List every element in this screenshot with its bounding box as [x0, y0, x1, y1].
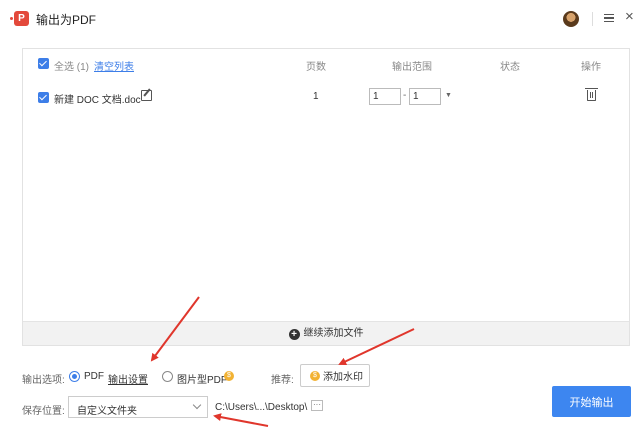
- table-row: 新建 DOC 文档.doc 1 - ▼: [23, 85, 629, 109]
- output-settings-link[interactable]: 输出设置: [108, 371, 148, 386]
- file-list-panel: 全选 (1) 清空列表 页数 输出范围 状态 操作 新建 DOC 文档.doc …: [22, 48, 630, 346]
- range-dash: -: [403, 90, 407, 101]
- output-options-label: 输出选项:: [22, 375, 65, 386]
- file-name: 新建 DOC 文档.doc: [54, 95, 141, 106]
- range-dropdown-icon[interactable]: ▼: [445, 92, 452, 99]
- trash-icon[interactable]: [585, 88, 598, 101]
- close-icon[interactable]: ×: [625, 9, 637, 25]
- start-output-button[interactable]: 开始输出: [552, 386, 631, 417]
- coin-icon: $: [224, 371, 234, 381]
- header-status: 状态: [500, 62, 520, 73]
- add-watermark-button[interactable]: $ 添加水印: [300, 364, 370, 387]
- watermark-button-label: 添加水印: [323, 372, 363, 383]
- header-pages: 页数: [306, 62, 326, 73]
- range-from-input[interactable]: [369, 88, 401, 105]
- save-path: C:\Users\...\Desktop\: [215, 402, 308, 413]
- app-logo-icon: P: [10, 11, 29, 26]
- coin-icon: $: [310, 371, 320, 381]
- radio-image-pdf-label: 图片型PDF: [177, 375, 227, 386]
- radio-image-pdf[interactable]: [162, 371, 173, 382]
- recommend-label: 推荐:: [271, 375, 294, 386]
- add-files-label: 继续添加文件: [303, 328, 364, 339]
- select-all-checkbox[interactable]: [38, 58, 49, 69]
- add-files-button[interactable]: + 继续添加文件: [23, 321, 629, 345]
- edit-icon[interactable]: [141, 90, 152, 101]
- save-location-label: 保存位置:: [22, 406, 65, 417]
- plus-icon: +: [288, 329, 300, 340]
- window-title: 输出为PDF: [36, 13, 97, 27]
- table-header: 全选 (1) 清空列表 页数 输出范围 状态 操作: [23, 49, 629, 79]
- radio-pdf[interactable]: [69, 371, 80, 382]
- browse-button[interactable]: ···: [311, 400, 323, 411]
- header-range: 输出范围: [392, 62, 432, 73]
- title-divider: [592, 12, 593, 26]
- page-count: 1: [313, 91, 319, 102]
- avatar[interactable]: [563, 11, 579, 27]
- clear-list-link[interactable]: 清空列表: [94, 58, 134, 73]
- save-location-select[interactable]: 自定义文件夹: [68, 396, 208, 418]
- header-actions: 操作: [581, 62, 601, 73]
- row-checkbox[interactable]: [38, 92, 49, 103]
- arrow-to-save-select: [213, 413, 269, 427]
- select-all-label: 全选 (1): [54, 62, 89, 73]
- title-bar: P 输出为PDF ×: [0, 0, 640, 38]
- chevron-down-icon: [192, 400, 202, 410]
- menu-icon[interactable]: [604, 12, 616, 24]
- range-to-input[interactable]: [409, 88, 441, 105]
- save-location-value: 自定义文件夹: [77, 406, 137, 417]
- radio-pdf-label: PDF: [84, 371, 104, 382]
